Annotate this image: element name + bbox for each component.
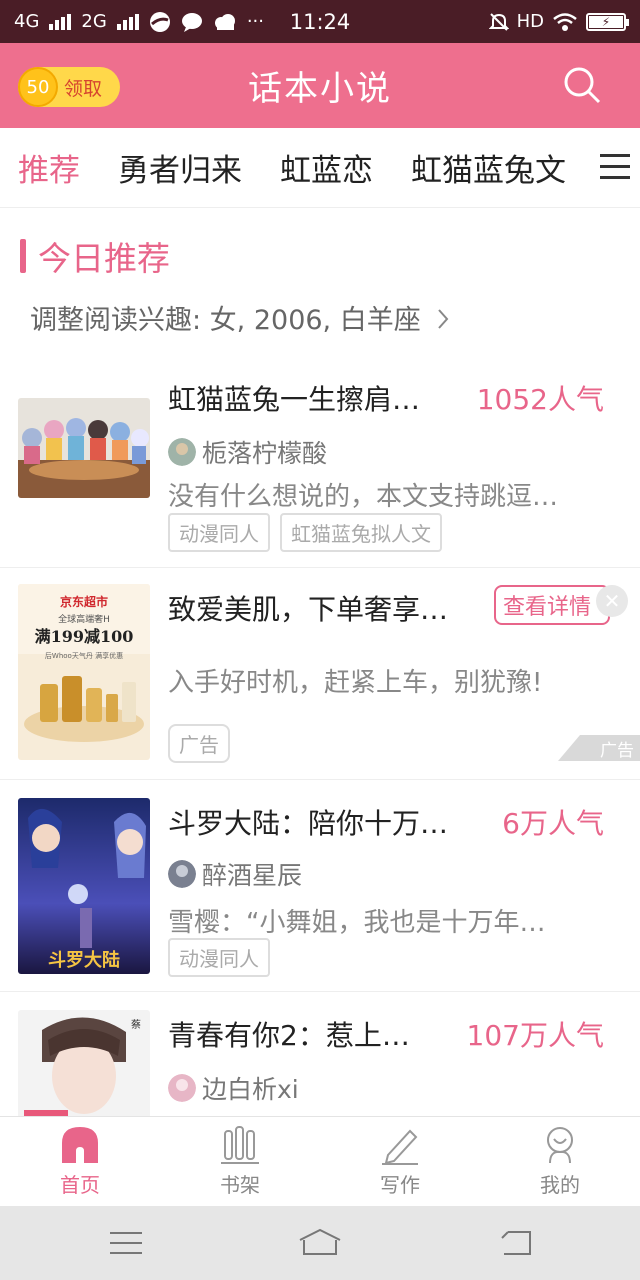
ad-line2: 满199减100 — [35, 627, 134, 646]
adjust-interest-link[interactable]: 调整阅读兴趣: 女, 2006, 白羊座 — [30, 298, 451, 337]
ad-line1: 全球高端奢H — [58, 613, 110, 625]
system-navigation — [0, 1206, 640, 1280]
section-header: 今日推荐 — [20, 232, 170, 280]
nav-profile[interactable]: 我的 — [480, 1117, 640, 1206]
book-cover[interactable] — [18, 398, 150, 498]
author-avatar — [168, 860, 196, 888]
book-author[interactable]: 醉酒星辰 — [168, 856, 302, 892]
book-cover[interactable]: 蔡 — [18, 1010, 150, 1116]
book-description: 雪樱：“小舞姐，我也是十万年… — [168, 908, 546, 938]
pencil-icon — [382, 1129, 418, 1165]
book-tags: 动漫同人 虹猫蓝兔拟人文 — [168, 513, 442, 552]
author-name: 栀落柠檬酸 — [202, 439, 328, 468]
coin-icon: 50 — [18, 67, 58, 107]
app-title: 话本小说 — [248, 69, 392, 109]
network-2g: 2G — [81, 11, 107, 32]
tab-hong-lan-lian[interactable]: 虹蓝恋 — [280, 145, 373, 190]
book-description: 没有什么想说的，本文支持跳逗… — [168, 482, 559, 512]
status-bar: 4G 2G ··· 11:24 HD ⚡ — [0, 0, 640, 43]
claim-coins-button[interactable]: 50 领取 — [18, 67, 120, 107]
author-avatar — [168, 438, 196, 466]
nav-home[interactable]: 首页 — [0, 1117, 160, 1206]
more-indicator: ··· — [246, 11, 264, 32]
book-card[interactable]: 斗罗大陆 斗罗大陆：陪你十万… 6万人气 醉酒星辰 雪樱：“小舞姐，我也是十万年… — [0, 780, 640, 992]
status-left: 4G 2G ··· — [14, 11, 264, 33]
browser-icon — [149, 11, 170, 32]
section-title: 今日推荐 — [38, 239, 170, 278]
book-title: 虹猫蓝兔一生擦肩… — [168, 383, 421, 416]
home-icon — [62, 1127, 98, 1163]
nav-profile-label: 我的 — [540, 1173, 580, 1197]
tab-hero-returns[interactable]: 勇者归来 — [118, 145, 242, 190]
book-popularity: 107万人气 — [466, 1019, 604, 1052]
book-title: 斗罗大陆：陪你十万… — [168, 807, 449, 840]
nav-bookshelf[interactable]: 书架 — [160, 1117, 320, 1206]
home-nav-icon[interactable] — [298, 1228, 342, 1256]
book-tags: 动漫同人 — [168, 938, 270, 977]
search-icon[interactable] — [562, 65, 602, 105]
cloud-icon — [214, 13, 235, 30]
book-popularity: 6万人气 — [502, 807, 604, 840]
interest-text: 调整阅读兴趣: 女, 2006, 白羊座 — [30, 305, 421, 336]
book-author[interactable]: 边白析xi — [168, 1070, 299, 1106]
network-4g: 4G — [14, 11, 40, 32]
svg-text:蔡: 蔡 — [131, 1018, 141, 1031]
chat-icon — [181, 12, 202, 32]
chevron-right-icon — [438, 309, 449, 329]
bookshelf-icon — [221, 1126, 259, 1164]
ad-tag: 广告 — [168, 724, 230, 763]
tag[interactable]: 动漫同人 — [168, 938, 270, 977]
claim-label: 领取 — [64, 77, 103, 100]
bottom-navigation: 首页 书架 写作 我的 — [0, 1116, 640, 1206]
tab-recommend[interactable]: 推荐 — [18, 145, 80, 190]
ad-card[interactable]: 京东超市 全球高端奢H 满199减100 后Whoo天气丹 满享优惠 致爱美肌，… — [0, 568, 640, 780]
ad-tags: 广告 — [168, 724, 230, 763]
signal-icon — [49, 13, 72, 30]
nav-write-label: 写作 — [380, 1173, 420, 1197]
book-title: 青春有你2：惹上… — [168, 1019, 410, 1052]
nav-bookshelf-label: 书架 — [220, 1173, 260, 1197]
signal-icon-2 — [116, 13, 139, 30]
wifi-icon — [553, 12, 577, 31]
tabs-menu-icon[interactable] — [600, 154, 630, 180]
nav-home-label: 首页 — [60, 1173, 100, 1197]
mute-icon — [488, 12, 509, 31]
ad-description: 入手好时机，赶紧上车，别犹豫! — [168, 668, 543, 698]
author-name: 边白析xi — [202, 1075, 299, 1104]
battery-icon: ⚡ — [586, 12, 629, 31]
hd-indicator: HD — [516, 11, 544, 32]
book-card[interactable]: 蔡 青春有你2：惹上… 107万人气 边白析xi — [0, 992, 640, 1116]
nav-write[interactable]: 写作 — [320, 1117, 480, 1206]
category-tabs: 推荐 勇者归来 虹蓝恋 虹猫蓝兔文 — [0, 128, 640, 208]
author-name: 醉酒星辰 — [202, 861, 303, 890]
ad-brand: 京东超市 — [60, 594, 108, 609]
book-popularity: 1052人气 — [476, 383, 604, 416]
tag[interactable]: 动漫同人 — [168, 513, 270, 552]
svg-text:斗罗大陆: 斗罗大陆 — [48, 949, 120, 971]
author-avatar — [168, 1074, 196, 1102]
status-right: HD ⚡ — [488, 11, 629, 32]
ad-mark: 广告 — [558, 735, 640, 761]
section-marker — [20, 239, 26, 273]
close-icon[interactable]: ✕ — [596, 585, 628, 617]
ad-title: 致爱美肌，下单奢享… — [168, 593, 449, 626]
ad-image[interactable]: 京东超市 全球高端奢H 满199减100 后Whoo天气丹 满享优惠 — [18, 584, 150, 760]
book-author[interactable]: 栀落柠檬酸 — [168, 434, 327, 470]
tag[interactable]: 虹猫蓝兔拟人文 — [280, 513, 442, 552]
book-cover[interactable]: 斗罗大陆 — [18, 798, 150, 974]
app-bar: 50 领取 话本小说 — [0, 43, 640, 128]
profile-icon — [547, 1127, 573, 1164]
tab-hong-mao-lan-tu[interactable]: 虹猫蓝兔文 — [411, 145, 566, 190]
book-card[interactable]: 虹猫蓝兔一生擦肩… 1052人气 栀落柠檬酸 没有什么想说的，本文支持跳逗… 动… — [0, 360, 640, 568]
menu-icon[interactable] — [110, 1231, 142, 1255]
view-details-button[interactable]: 查看详情 — [494, 585, 610, 625]
back-icon[interactable] — [500, 1230, 532, 1256]
ad-line3: 后Whoo天气丹 满享优惠 — [45, 651, 123, 660]
